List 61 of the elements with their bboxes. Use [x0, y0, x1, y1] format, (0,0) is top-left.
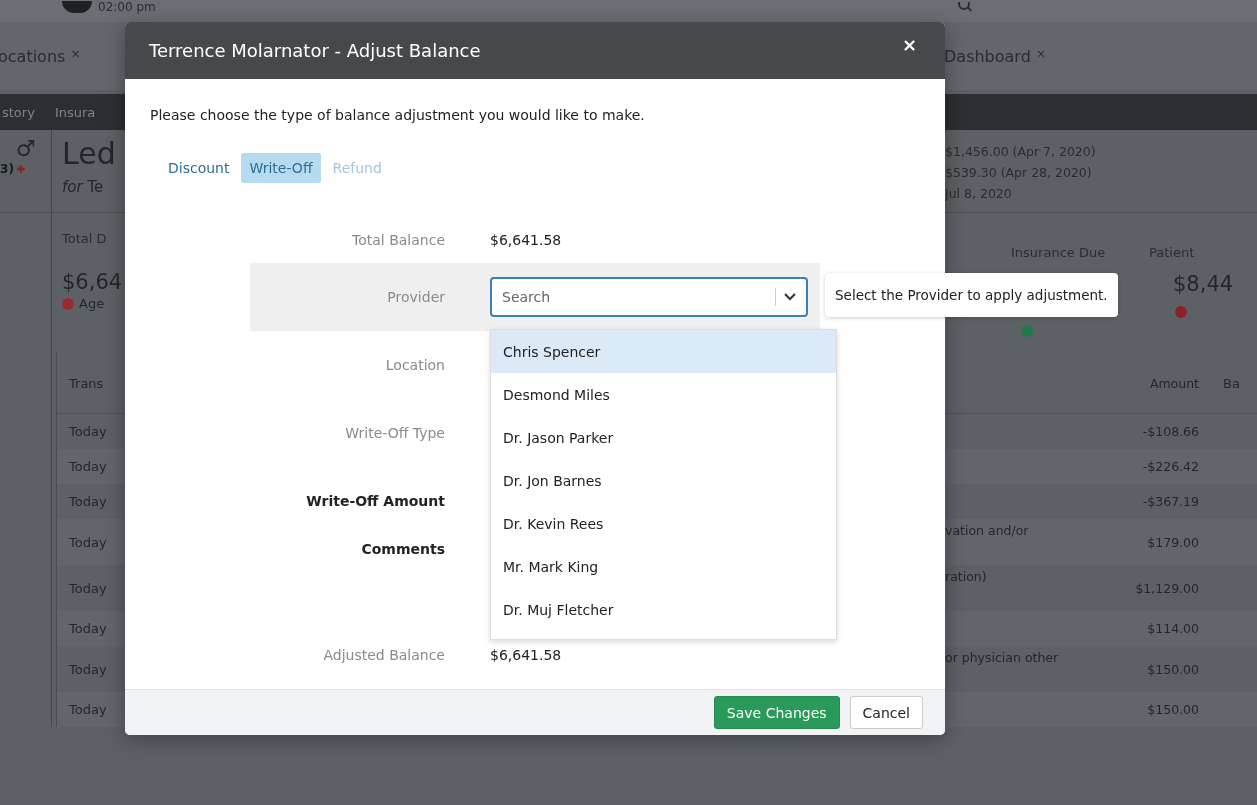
- save-button[interactable]: Save Changes: [713, 696, 840, 730]
- field-value: $6,641.58: [490, 232, 562, 249]
- table-cell: Today: [69, 661, 107, 677]
- page-title: Led: [62, 136, 117, 172]
- dialog-title: Terrence Molarnator - Adjust Balance: [149, 40, 482, 62]
- dropdown-option[interactable]: Dr. Jon Barnes: [491, 459, 836, 503]
- close-button[interactable]: ×: [895, 34, 923, 56]
- field-label: Comments: [360, 540, 445, 558]
- table-cell: Today: [69, 459, 107, 474]
- adjustment-type-tab[interactable]: Discount: [160, 153, 238, 184]
- summary-value: $8,44: [1173, 272, 1234, 296]
- table-cell-text: $150.00: [1146, 702, 1199, 717]
- column-header: Ba: [1223, 375, 1240, 391]
- table-cell: Today: [69, 424, 107, 439]
- table-cell: or physician other: [945, 650, 1059, 665]
- summary-note: Age: [79, 296, 105, 311]
- column-header: Trans: [69, 375, 104, 391]
- field-label: Location: [384, 357, 445, 374]
- table-cell: vation and/or: [945, 523, 1029, 538]
- field-label: Provider: [386, 289, 445, 306]
- field-label: Adjusted Balance: [322, 647, 445, 664]
- dropdown-option[interactable]: Mr. Mark King: [491, 545, 836, 589]
- field-label: Total Balance: [351, 232, 445, 249]
- dropdown-option[interactable]: Dr. Kevin Rees: [491, 502, 836, 546]
- search-input[interactable]: Search: [492, 289, 775, 306]
- cancel-button[interactable]: Cancel: [849, 696, 923, 730]
- table-cell: Today: [69, 534, 107, 550]
- table-cell: Today: [69, 702, 107, 717]
- table-cell: Today: [69, 494, 107, 509]
- medical-cross-icon: [16, 165, 25, 173]
- field-label: Write-Off Amount: [305, 493, 445, 510]
- search-icon[interactable]: [958, 2, 972, 12]
- dropdown-option[interactable]: Chris Spencer: [491, 330, 836, 374]
- dropdown-option[interactable]: Dr. Muj Fletcher: [491, 588, 836, 632]
- field-label: Write-Off Type: [344, 425, 445, 442]
- tooltip: Select the Provider to apply adjustment.: [825, 273, 1118, 318]
- table-cell-text: -$226.42: [1141, 459, 1199, 474]
- table-cell-text: $1,129.00: [1134, 580, 1199, 596]
- dropdown-option[interactable]: Desmond Miles: [491, 373, 836, 417]
- table-cell-text: $150.00: [1146, 661, 1199, 677]
- table-cell-text: -$108.66: [1141, 424, 1199, 439]
- provider-select[interactable]: Search: [490, 277, 808, 318]
- column-header: Amount: [1148, 375, 1199, 391]
- summary-value: $6,64: [62, 270, 124, 294]
- adjustment-type-tab[interactable]: Write-Off: [241, 153, 321, 184]
- table-cell-text: -$367.19: [1141, 494, 1199, 509]
- chevron-down-icon[interactable]: [784, 293, 796, 302]
- instruction-text: Please choose the type of balance adjustment you would like to make.: [150, 107, 646, 124]
- table-cell-text: $179.00: [1146, 534, 1199, 550]
- table-cell-text: $114.00: [1146, 621, 1199, 636]
- patient-subtitle: for Te: [62, 178, 105, 196]
- age-text: 3): [0, 162, 14, 176]
- field-value: $6,641.58: [490, 647, 562, 664]
- gender-symbol: ♂: [15, 138, 36, 160]
- nav-item[interactable]: Insura: [54, 104, 96, 120]
- dropdown-option[interactable]: Dr. Jason Parker: [491, 416, 836, 460]
- table-cell: ration): [945, 569, 987, 584]
- nav-item[interactable]: story: [2, 104, 35, 120]
- table-cell: Today: [69, 621, 107, 636]
- table-cell: Today: [69, 580, 107, 596]
- time-text: 02:00 pm: [98, 0, 156, 14]
